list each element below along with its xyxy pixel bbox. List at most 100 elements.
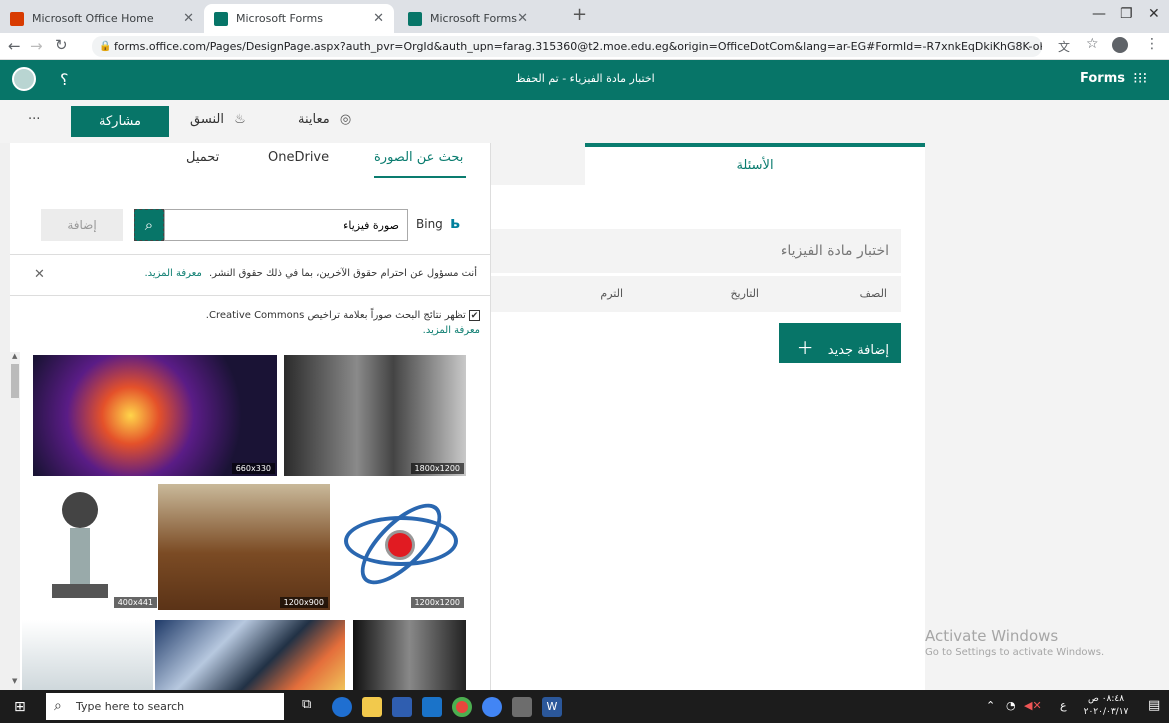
back-icon[interactable]: ←	[8, 37, 21, 55]
questions-label: الأسئلة	[736, 158, 774, 173]
form-title-field[interactable]: اختبار مادة الفيزياء	[491, 229, 901, 273]
system-clock[interactable]: ٠٨:٤٨ ص ٢٠٢٠/٠٣/١٧	[1078, 693, 1134, 719]
image-result-4[interactable]: 1200x900	[158, 484, 330, 610]
add-image-button[interactable]: إضافة	[41, 209, 123, 241]
tab-title: Microsoft Office Home	[32, 12, 154, 25]
column-date: التاريخ	[730, 287, 759, 300]
app-launcher-icon[interactable]: ⁝⁝⁝	[1133, 69, 1147, 87]
dismiss-notice-icon[interactable]: ✕	[34, 267, 45, 282]
office-icon	[10, 11, 24, 26]
share-button[interactable]: مشاركة	[71, 106, 169, 137]
taskbar-search-box[interactable]: ⌕ Type here to search	[46, 693, 284, 720]
image-dimensions: 660x330	[231, 463, 275, 474]
browser-tab-office-home[interactable]: Microsoft Office Home ✕	[0, 4, 204, 33]
tray-chevron-icon[interactable]: ⌃	[986, 699, 995, 712]
volume-muted-icon[interactable]: ◀✕	[1024, 699, 1042, 712]
theme-button[interactable]: النسق ♨	[190, 112, 246, 127]
search-icon: ⌕	[54, 698, 62, 714]
canvas-background: Activate Windows Go to Settings to activ…	[925, 143, 1169, 690]
word-icon[interactable]: W	[542, 697, 562, 717]
palette-icon: ♨	[234, 112, 246, 127]
image-result-7[interactable]	[155, 620, 345, 690]
translate-icon[interactable]: 文	[1058, 38, 1070, 55]
browser-menu-icon[interactable]: ⋮	[1145, 36, 1159, 52]
chrome-icon[interactable]	[452, 697, 472, 717]
clock-time: ٠٨:٤٨ ص	[1087, 694, 1125, 704]
notifications-icon[interactable]: ▤	[1148, 698, 1160, 713]
form-editor: الأسئلة اختبار مادة الفيزياء الصف التاري…	[491, 143, 925, 690]
scroll-up-icon[interactable]: ▲	[12, 352, 17, 360]
search-icon: ⌕	[144, 216, 154, 234]
lock-icon: 🔒	[99, 41, 112, 52]
database-app-icon[interactable]	[512, 697, 532, 717]
edge-icon[interactable]	[332, 697, 352, 717]
image-result-6[interactable]	[22, 620, 153, 690]
copyright-notice: ✕ أنت مسؤول عن احترام حقوق الآخرين، بما …	[10, 254, 490, 296]
notice-learn-more-link[interactable]: معرفة المزيد.	[144, 268, 201, 279]
insert-image-panel: بحث عن الصورة OneDrive تحميل إضافة ⌕ Bin…	[10, 143, 491, 690]
bookmark-star-icon[interactable]: ☆	[1086, 36, 1099, 52]
bing-label: Bing	[416, 217, 443, 231]
forms-icon	[408, 11, 422, 26]
command-bar: ··· مشاركة النسق ♨ معاينة ◎	[0, 100, 1169, 143]
column-term: الترم	[600, 287, 623, 300]
user-avatar[interactable]	[12, 67, 36, 91]
image-dimensions: 1200x900	[279, 597, 328, 608]
browser-tab-strip: Microsoft Office Home ✕ Microsoft Forms …	[0, 0, 1169, 33]
close-window-icon[interactable]: ✕	[1148, 6, 1160, 22]
image-result-3[interactable]: 400x441	[22, 484, 159, 610]
scroll-thumb[interactable]	[11, 364, 19, 398]
tab-upload[interactable]: تحميل	[186, 150, 219, 165]
help-icon[interactable]: ؟	[60, 70, 69, 89]
tab-questions[interactable]: الأسئلة	[585, 143, 925, 185]
image-search-input[interactable]	[164, 209, 408, 241]
activate-windows-hint: Go to Settings to activate Windows.	[925, 647, 1105, 658]
active-tab-underline	[374, 176, 466, 178]
preview-button[interactable]: معاينة ◎	[298, 112, 351, 127]
reload-icon[interactable]: ↻	[55, 36, 68, 54]
forward-icon[interactable]: →	[30, 37, 43, 55]
url-text: forms.office.com/Pages/DesignPage.aspx?a…	[114, 40, 1042, 53]
clock-date: ٢٠٢٠/٠٣/١٧	[1083, 707, 1129, 717]
close-tab-icon[interactable]: ✕	[373, 11, 384, 26]
scroll-down-icon[interactable]: ▼	[12, 677, 17, 685]
mail-icon[interactable]	[422, 697, 442, 717]
file-explorer-icon[interactable]	[362, 697, 382, 717]
plus-icon: ＋	[796, 339, 814, 359]
close-tab-icon[interactable]: ✕	[517, 11, 528, 26]
creative-commons-checkbox[interactable]: ✔	[469, 310, 480, 321]
add-new-question-button[interactable]: إضافة جديد ＋	[779, 323, 901, 363]
minimize-icon[interactable]: —	[1092, 6, 1106, 22]
network-icon[interactable]: ◔	[1006, 699, 1016, 712]
tab-onedrive[interactable]: OneDrive	[268, 150, 329, 165]
search-button[interactable]: ⌕	[134, 209, 164, 241]
new-tab-icon[interactable]: +	[572, 4, 587, 25]
image-dimensions: 1800x1200	[410, 463, 464, 474]
cc-learn-more-link[interactable]: معرفة المزيد.	[206, 325, 480, 336]
task-view-icon[interactable]: ⧉	[302, 697, 322, 717]
add-label: إضافة	[67, 218, 97, 232]
close-tab-icon[interactable]: ✕	[183, 11, 194, 26]
more-options-button[interactable]: ···	[28, 112, 40, 127]
image-result-1[interactable]: 660x330	[33, 355, 277, 476]
image-result-5[interactable]: 1200x1200	[336, 484, 466, 610]
browser-tab-forms-active[interactable]: Microsoft Forms ✕	[204, 4, 394, 33]
restore-icon[interactable]: ❐	[1120, 6, 1133, 22]
chrome-alt-icon[interactable]	[482, 697, 502, 717]
form-description-field[interactable]: الصف التاريخ الترم	[491, 276, 901, 312]
image-result-2[interactable]: 1800x1200	[284, 355, 466, 476]
forms-icon	[214, 11, 228, 26]
store-icon[interactable]	[392, 697, 412, 717]
responses-tab-placeholder	[491, 143, 585, 185]
app-name: Forms	[1080, 71, 1125, 86]
image-result-8[interactable]	[353, 620, 466, 690]
windows-start-icon[interactable]: ⊞	[14, 699, 26, 715]
address-bar[interactable]: 🔒 forms.office.com/Pages/DesignPage.aspx…	[92, 36, 1042, 57]
browser-tab-forms[interactable]: Microsoft Forms ✕	[398, 4, 588, 33]
profile-icon[interactable]	[1112, 37, 1128, 53]
theme-label: النسق	[190, 112, 224, 127]
results-scrollbar[interactable]: ▲ ▼	[10, 352, 20, 690]
tab-title: Microsoft Forms	[430, 12, 517, 25]
tab-image-search[interactable]: بحث عن الصورة	[374, 150, 463, 165]
input-language[interactable]: ع	[1060, 699, 1067, 712]
